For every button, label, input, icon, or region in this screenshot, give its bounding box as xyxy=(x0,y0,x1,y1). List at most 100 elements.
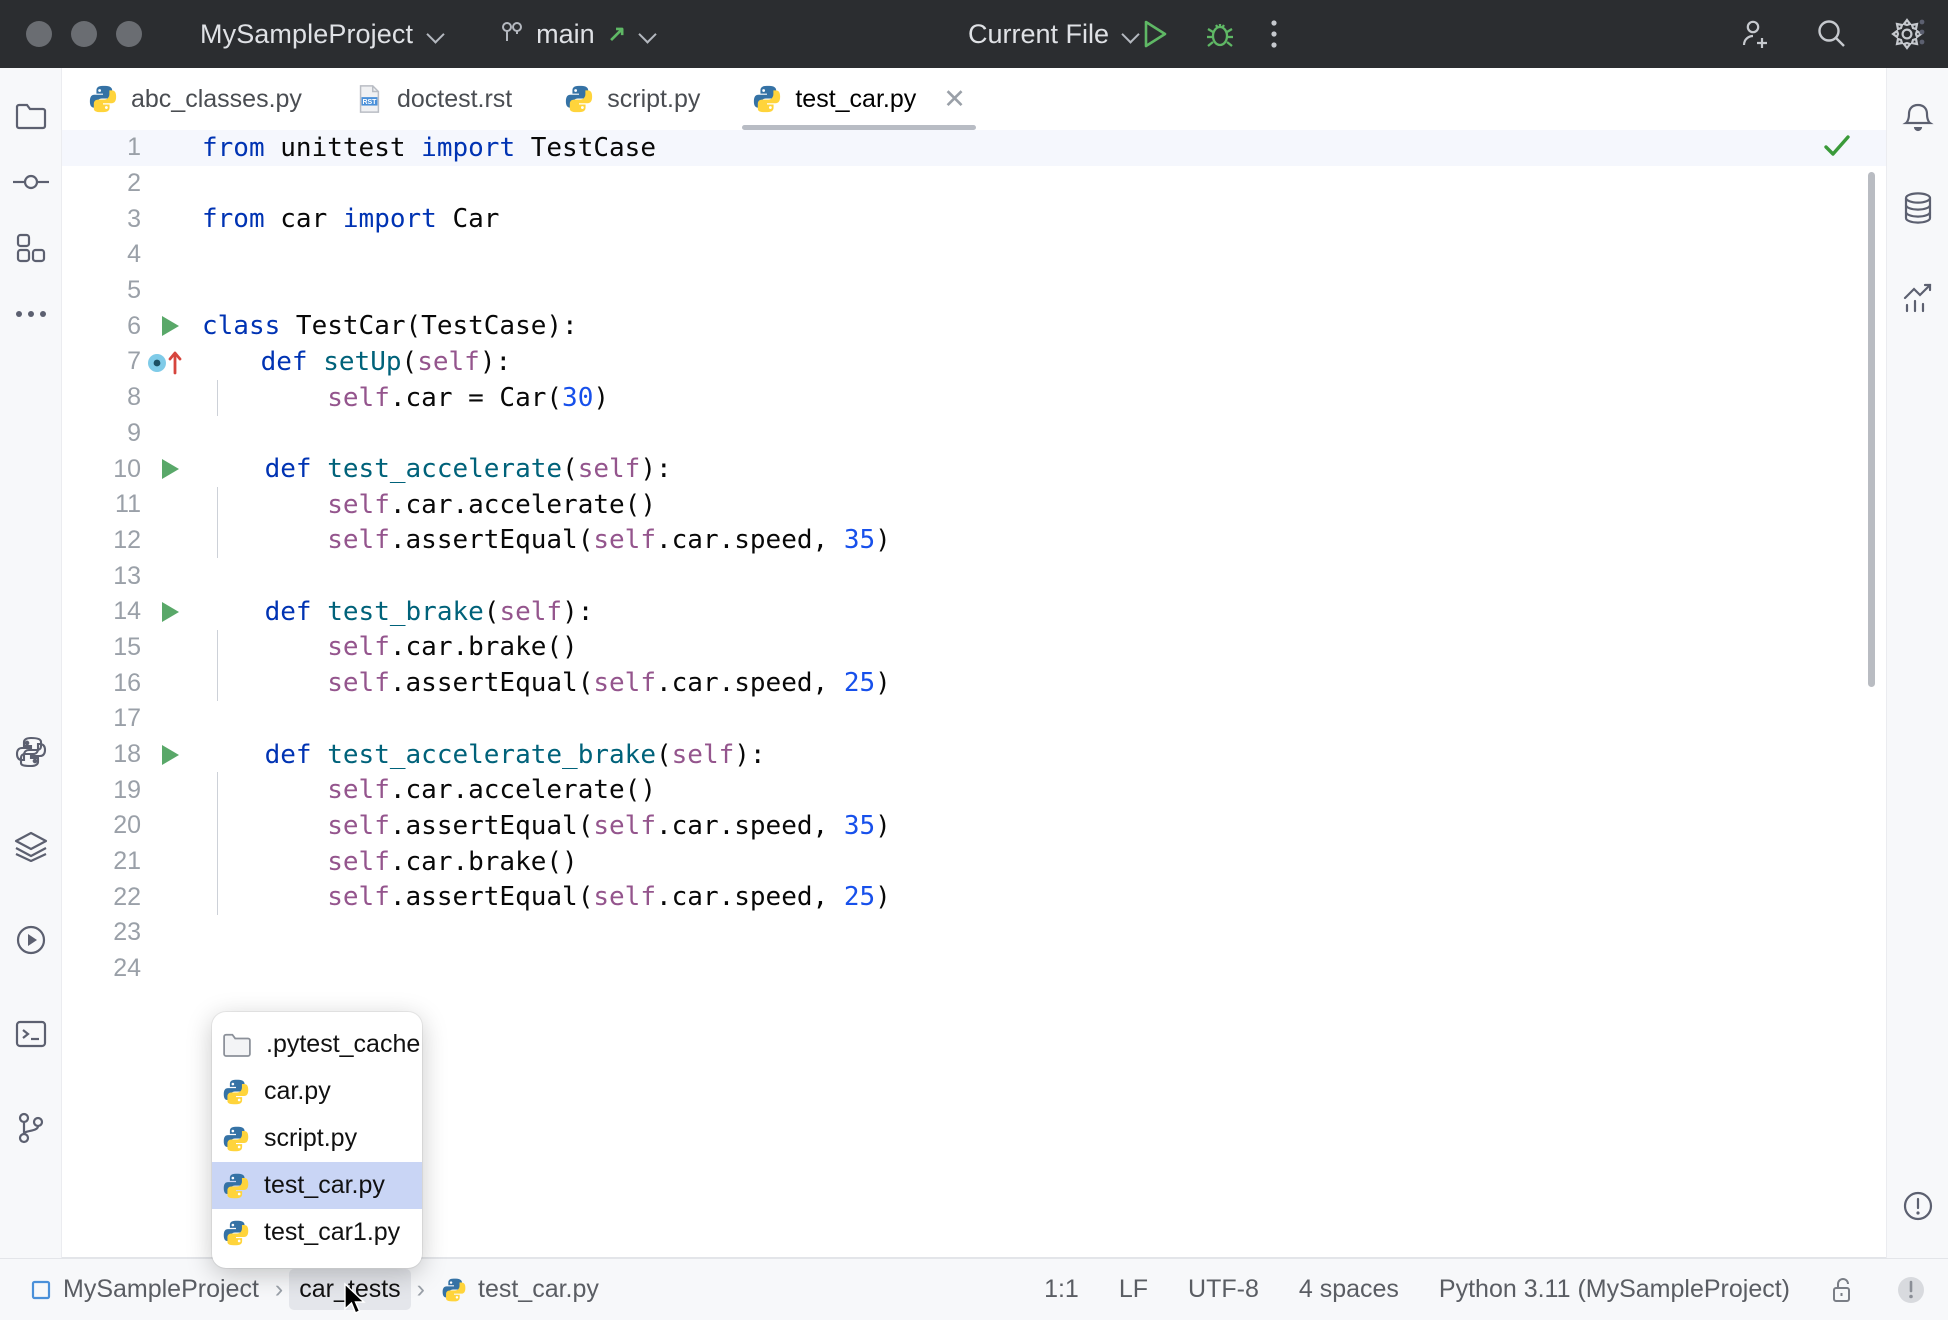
checkmark-ok-icon[interactable] xyxy=(1822,132,1852,168)
code-line[interactable]: 2 xyxy=(62,166,1886,202)
close-window-button[interactable] xyxy=(26,21,52,47)
code-line[interactable]: 4 xyxy=(62,237,1886,273)
search-icon[interactable] xyxy=(1814,17,1848,51)
code-line[interactable]: 10 def test_accelerate(self): xyxy=(62,451,1886,487)
alert-circle-icon[interactable] xyxy=(1896,1275,1926,1305)
unlocked-padlock-icon[interactable] xyxy=(1830,1276,1856,1304)
code-line[interactable]: 13 xyxy=(62,558,1886,594)
code-line[interactable]: 15 self.car.brake() xyxy=(62,629,1886,666)
sidebar-item-profiler[interactable] xyxy=(1887,266,1948,330)
python-file-icon xyxy=(564,84,594,114)
run-test-gutter-icon[interactable] xyxy=(147,456,193,482)
python-interpreter[interactable]: Python 3.11 (MySampleProject) xyxy=(1439,1275,1790,1304)
sidebar-item-notifications[interactable] xyxy=(1887,86,1948,150)
maximize-window-button[interactable] xyxy=(116,21,142,47)
editor-tab-test-car-py[interactable]: test_car.py ✕ xyxy=(726,68,992,130)
code-line[interactable]: 21 self.car.brake() xyxy=(62,843,1886,880)
breadcrumb-item[interactable]: test_car.py xyxy=(431,1269,609,1310)
line-number: 9 xyxy=(127,418,141,447)
sidebar-item-project[interactable] xyxy=(0,84,62,148)
line-number: 12 xyxy=(113,525,141,554)
sidebar-item-commit[interactable] xyxy=(0,150,62,214)
code-line[interactable]: 12 self.assertEqual(self.car.speed, 35) xyxy=(62,522,1886,559)
run-play-icon[interactable] xyxy=(1140,18,1170,50)
file-encoding[interactable]: UTF-8 xyxy=(1188,1275,1259,1304)
line-number: 2 xyxy=(127,169,141,198)
line-number: 11 xyxy=(115,490,141,519)
more-vertical-icon[interactable] xyxy=(1270,19,1278,49)
pycharm-window: MySampleProject main ↗ Current File abc_… xyxy=(0,0,1948,1320)
indent-guide xyxy=(217,879,218,916)
line-number: 3 xyxy=(127,204,141,233)
line-number: 21 xyxy=(113,847,141,876)
code-line[interactable]: 11 self.car.accelerate() xyxy=(62,486,1886,523)
sidebar-item-run[interactable] xyxy=(0,908,62,972)
code-text: self.car.accelerate() xyxy=(327,489,656,520)
indent-guide xyxy=(217,808,218,844)
sidebar-item-version-control[interactable] xyxy=(0,1096,62,1160)
line-number: 19 xyxy=(113,775,141,804)
popup-list-item[interactable]: test_car1.py xyxy=(212,1209,422,1256)
sidebar-item-database[interactable] xyxy=(1887,176,1948,240)
minimize-window-button[interactable] xyxy=(71,21,97,47)
editor-tab-doctest-rst[interactable]: RST doctest.rst xyxy=(328,68,538,130)
indent-guide xyxy=(217,665,218,701)
code-line[interactable]: 18 def test_accelerate_brake(self): xyxy=(62,737,1886,773)
code-line[interactable]: 1 from unittest import TestCase xyxy=(62,130,1886,166)
indent-setting[interactable]: 4 spaces xyxy=(1299,1275,1399,1304)
line-separator[interactable]: LF xyxy=(1119,1275,1148,1304)
run-configuration-selector[interactable]: Current File xyxy=(968,0,1140,68)
breadcrumb-item[interactable]: MySampleProject xyxy=(20,1269,269,1310)
code-text: class TestCar(TestCase): xyxy=(202,311,578,342)
popup-list-item[interactable]: .pytest_cache xyxy=(212,1021,422,1068)
line-number: 15 xyxy=(113,632,141,661)
debug-bug-icon[interactable] xyxy=(1204,18,1236,50)
line-number: 6 xyxy=(127,311,141,340)
code-line[interactable]: 5 xyxy=(62,273,1886,309)
project-widget[interactable]: MySampleProject xyxy=(200,19,445,50)
run-test-gutter-icon[interactable] xyxy=(147,313,193,339)
sidebar-item-plugins[interactable] xyxy=(0,216,62,280)
run-toolbar xyxy=(1140,0,1278,68)
popup-list-item[interactable]: script.py xyxy=(212,1115,422,1162)
override-method-gutter-icon[interactable] xyxy=(143,348,189,376)
sidebar-item-more[interactable] xyxy=(0,282,62,346)
code-line[interactable]: 9 xyxy=(62,416,1886,452)
window-controls[interactable] xyxy=(26,21,142,47)
code-line[interactable]: 20 self.assertEqual(self.car.speed, 35) xyxy=(62,808,1886,844)
code-line[interactable]: 7 def setUp(self): xyxy=(62,344,1886,380)
indent-guide xyxy=(217,522,218,559)
editor-tab-abc-classes-py[interactable]: abc_classes.py xyxy=(62,68,328,130)
code-line[interactable]: 24 xyxy=(62,951,1886,987)
sidebar-item-python-packages[interactable] xyxy=(0,720,62,784)
code-line[interactable]: 22 self.assertEqual(self.car.speed, 25) xyxy=(62,879,1886,916)
sidebar-item-layers[interactable] xyxy=(0,814,62,878)
popup-item-label: test_car1.py xyxy=(264,1218,401,1246)
code-line[interactable]: 17 xyxy=(62,701,1886,737)
line-number: 17 xyxy=(113,704,141,733)
close-tab-icon[interactable]: ✕ xyxy=(943,84,966,115)
title-bar: MySampleProject main ↗ Current File xyxy=(0,0,1948,68)
sidebar-item-terminal[interactable] xyxy=(0,1002,62,1066)
editor-tab-script-py[interactable]: script.py xyxy=(538,68,726,130)
code-text: from unittest import TestCase xyxy=(202,132,656,163)
code-line[interactable]: 14 def test_brake(self): xyxy=(62,594,1886,630)
code-line[interactable]: 16 self.assertEqual(self.car.speed, 25) xyxy=(62,665,1886,701)
code-line[interactable]: 6 class TestCar(TestCase): xyxy=(62,308,1886,344)
file-suggestion-popup[interactable]: .pytest_cache car.py script.py test_car.pyt… xyxy=(212,1012,422,1268)
code-line[interactable]: 19 self.car.accelerate() xyxy=(62,772,1886,809)
add-user-icon[interactable] xyxy=(1738,17,1772,51)
more-vertical-icon[interactable] xyxy=(1918,18,1926,46)
code-line[interactable]: 3 from car import Car xyxy=(62,201,1886,237)
popup-list-item[interactable]: test_car.py xyxy=(212,1162,422,1209)
code-line[interactable]: 23 xyxy=(62,915,1886,951)
code-text: self.assertEqual(self.car.speed, 35) xyxy=(327,810,891,841)
run-test-gutter-icon[interactable] xyxy=(147,599,193,625)
sidebar-item-problems[interactable] xyxy=(1887,1174,1948,1238)
caret-position[interactable]: 1:1 xyxy=(1044,1275,1079,1304)
run-test-gutter-icon[interactable] xyxy=(147,742,193,768)
editor-vertical-scrollbar[interactable] xyxy=(1868,172,1875,687)
code-line[interactable]: 8 self.car = Car(30) xyxy=(62,379,1886,416)
popup-list-item[interactable]: car.py xyxy=(212,1068,422,1115)
branch-widget[interactable]: main ↗ xyxy=(501,19,657,50)
